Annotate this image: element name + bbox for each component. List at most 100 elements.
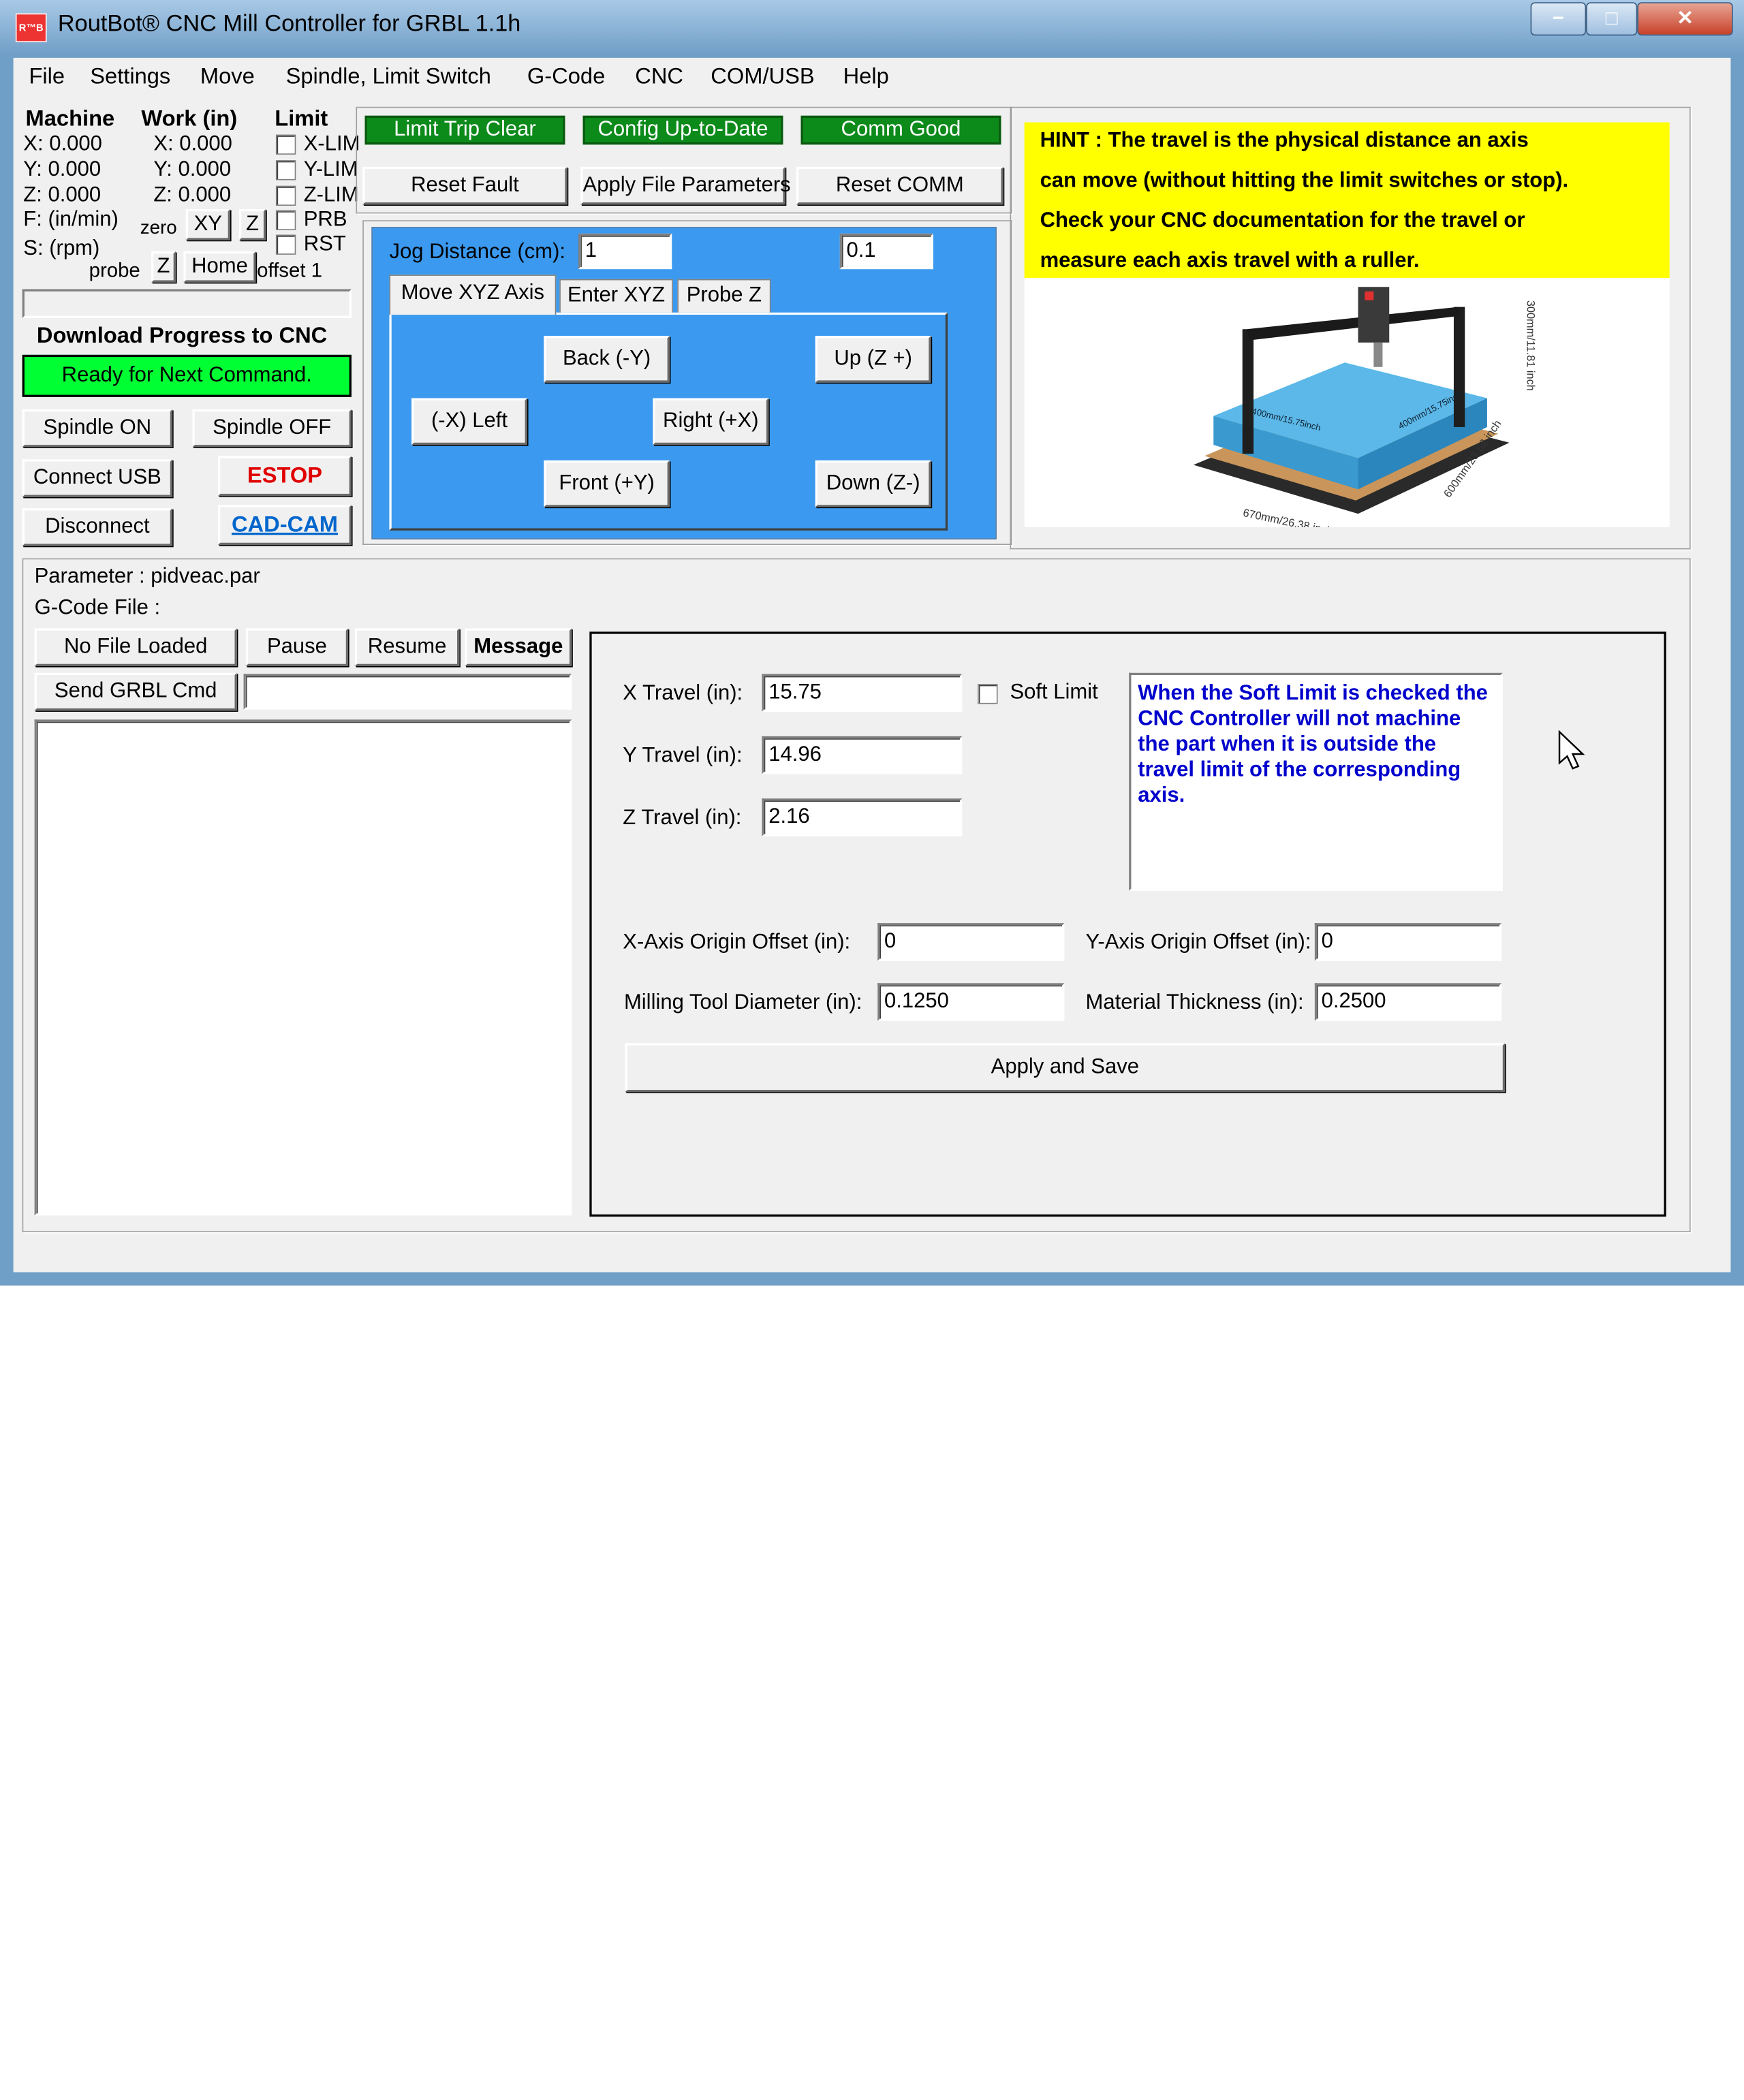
probe-z-button[interactable]: Z	[151, 251, 176, 283]
z-travel-label: Z Travel (in):	[623, 806, 742, 830]
hint-line-4: measure each axis travel with a ruller.	[1040, 249, 1420, 273]
soft-limit-checkbox[interactable]	[978, 684, 998, 704]
disconnect-button[interactable]: Disconnect	[22, 508, 173, 546]
jog-up-button[interactable]: Up (Z +)	[815, 336, 931, 383]
minimize-button[interactable]: −	[1530, 2, 1587, 36]
y-travel-input[interactable]: 14.96	[762, 736, 963, 774]
hint-line-3: Check your CNC documentation for the tra…	[1040, 208, 1525, 233]
zlim-checkbox[interactable]	[275, 185, 296, 206]
maximize-button[interactable]: □	[1586, 2, 1638, 36]
zero-label: zero	[140, 217, 177, 238]
x-offset-label: X-Axis Origin Offset (in):	[623, 930, 851, 954]
y-offset-label: Y-Axis Origin Offset (in):	[1085, 930, 1311, 954]
machine-y: Y: 0.000	[23, 157, 102, 182]
limit-header: Limit	[275, 106, 328, 131]
pause-button[interactable]: Pause	[245, 628, 349, 666]
rst-checkbox[interactable]	[275, 234, 296, 255]
cadcam-button[interactable]: CAD-CAM	[218, 505, 352, 546]
zero-z-button[interactable]: Z	[239, 208, 266, 240]
spindle-off-button[interactable]: Spindle OFF	[192, 409, 352, 448]
title-bar: R™B RoutBot® CNC Mill Controller for GRB…	[0, 0, 1744, 56]
z-travel-input[interactable]: 2.16	[762, 798, 963, 836]
prb-checkbox[interactable]	[275, 210, 296, 230]
soft-limit-note: When the Soft Limit is checked the CNC C…	[1129, 672, 1503, 891]
soft-limit-label: Soft Limit	[1010, 680, 1098, 704]
x-travel-input[interactable]: 15.75	[762, 674, 963, 712]
menu-move[interactable]: Move	[200, 65, 255, 91]
zlim-label: Z-LIM	[303, 183, 359, 207]
jog-step-input[interactable]: 0.1	[839, 233, 933, 270]
cnc-machine-image: 670mm/26.38 inch 600mm/23.62 inch 300mm/…	[1024, 278, 1670, 537]
work-y: Y: 0.000	[153, 157, 232, 182]
jog-right-button[interactable]: Right (+X)	[653, 398, 769, 445]
tool-diameter-label: Milling Tool Diameter (in):	[623, 990, 862, 1015]
x-offset-input[interactable]: 0	[877, 923, 1065, 961]
home-button[interactable]: Home	[183, 251, 256, 283]
zero-xy-button[interactable]: XY	[185, 208, 230, 240]
gcode-file-label: G-Code File :	[34, 596, 161, 620]
dim-width-label: 670mm/26.38 inch	[1242, 507, 1334, 527]
reset-fault-button[interactable]: Reset Fault	[362, 166, 567, 205]
menu-cnc[interactable]: CNC	[635, 65, 683, 91]
xlim-label: X-LIM	[303, 132, 360, 156]
send-grbl-cmd-button[interactable]: Send GRBL Cmd	[34, 672, 237, 711]
jog-back-button[interactable]: Back (-Y)	[544, 336, 670, 383]
thickness-input[interactable]: 0.2500	[1314, 983, 1502, 1021]
hint-line-2: can move (without hitting the limit swit…	[1040, 169, 1569, 193]
x-travel-label: X Travel (in):	[623, 681, 743, 706]
app-window: R™B RoutBot® CNC Mill Controller for GRB…	[0, 0, 1744, 2100]
jog-front-button[interactable]: Front (+Y)	[544, 460, 670, 507]
menu-settings[interactable]: Settings	[90, 65, 170, 91]
menu-spindle-limit[interactable]: Spindle, Limit Switch	[286, 65, 491, 91]
jog-down-button[interactable]: Down (Z-)	[815, 460, 931, 507]
machine-z: Z: 0.000	[23, 183, 102, 207]
connect-usb-button[interactable]: Connect USB	[22, 459, 173, 497]
minimize-icon: −	[1552, 6, 1564, 29]
probe-label: probe	[89, 259, 140, 282]
menu-file[interactable]: File	[29, 65, 65, 91]
tab-move-xyz[interactable]: Move XYZ Axis	[389, 275, 557, 315]
tab-enter-xyz[interactable]: Enter XYZ	[559, 279, 673, 313]
grbl-cmd-input[interactable]	[243, 674, 572, 710]
jog-distance-input[interactable]: 1	[578, 233, 672, 270]
apply-and-save-button[interactable]: Apply and Save	[625, 1043, 1506, 1093]
hint-line-1: HINT : The travel is the physical distan…	[1040, 129, 1529, 153]
limit-status: Limit Trip Clear	[364, 115, 565, 145]
tool-diameter-input[interactable]: 0.1250	[877, 983, 1065, 1021]
menu-help[interactable]: Help	[843, 65, 889, 91]
ylim-label: Y-LIM	[303, 157, 358, 182]
apply-file-parameters-button[interactable]: Apply File Parameters	[580, 166, 791, 205]
download-progress-title: Download Progress to CNC	[36, 324, 328, 349]
resume-button[interactable]: Resume	[354, 628, 460, 666]
y-travel-label: Y Travel (in):	[623, 744, 743, 768]
tab-probe-z[interactable]: Probe Z	[677, 279, 771, 313]
work-x: X: 0.000	[153, 132, 232, 156]
menu-gcode[interactable]: G-Code	[527, 65, 605, 91]
spindle-on-button[interactable]: Spindle ON	[22, 409, 173, 448]
travel-settings-panel	[589, 631, 1666, 1217]
menu-com-usb[interactable]: COM/USB	[711, 65, 814, 91]
ylim-checkbox[interactable]	[275, 160, 296, 181]
mouse-cursor-icon	[1558, 730, 1585, 770]
message-log[interactable]	[34, 719, 572, 1216]
thickness-label: Material Thickness (in):	[1085, 990, 1304, 1015]
prb-label: PRB	[303, 208, 347, 232]
estop-button[interactable]: ESTOP	[218, 456, 352, 497]
xlim-checkbox[interactable]	[275, 134, 296, 155]
cnc-machine-illustration: 670mm/26.38 inch 600mm/23.62 inch 300mm/…	[1193, 287, 1537, 537]
window-title: RoutBot® CNC Mill Controller for GRBL 1.…	[57, 11, 521, 37]
jog-distance-label: Jog Distance (cm):	[389, 240, 566, 264]
offset-label: offset 1	[257, 259, 323, 282]
parameter-label: Parameter : pidveac.par	[34, 565, 260, 589]
machine-x: X: 0.000	[23, 132, 102, 156]
dim-height-label: 300mm/11.81 inch	[1525, 300, 1537, 391]
jog-left-button[interactable]: (-X) Left	[411, 398, 527, 445]
reset-comm-button[interactable]: Reset COMM	[796, 166, 1003, 205]
y-offset-input[interactable]: 0	[1314, 923, 1502, 961]
close-button[interactable]: ✕	[1637, 2, 1733, 36]
no-file-loaded-button[interactable]: No File Loaded	[34, 628, 237, 666]
message-button[interactable]: Message	[465, 628, 572, 666]
hint-box: HINT : The travel is the physical distan…	[1024, 122, 1670, 279]
close-icon: ✕	[1677, 6, 1694, 29]
maximize-icon: □	[1605, 6, 1618, 29]
